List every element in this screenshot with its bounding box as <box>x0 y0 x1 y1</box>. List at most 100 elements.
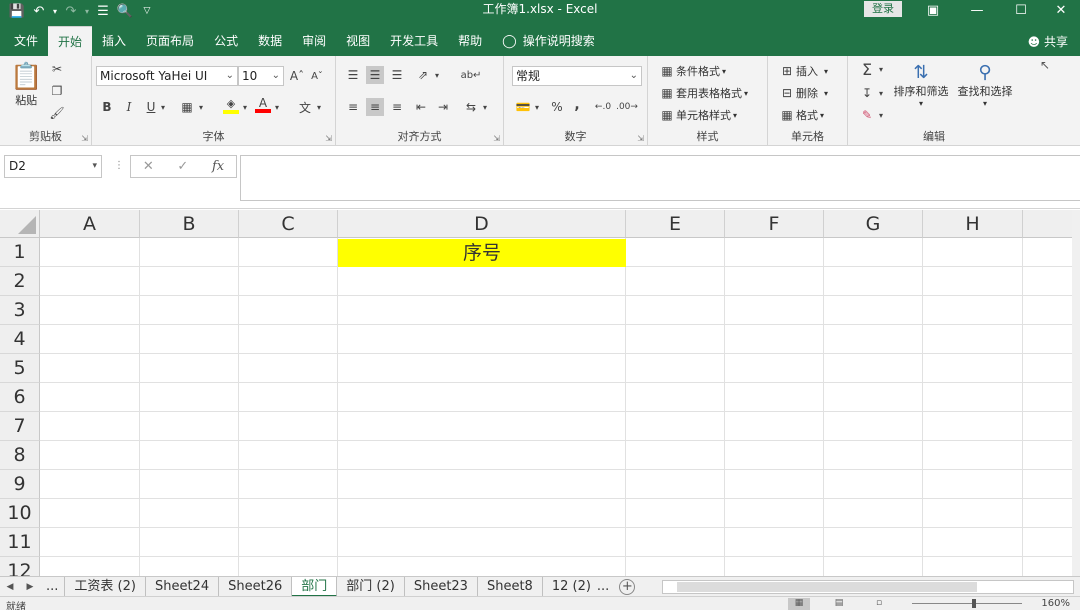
tab-review[interactable]: 审阅 <box>292 26 336 56</box>
column-header-a[interactable]: A <box>40 210 140 238</box>
orientation-icon[interactable]: ⇗ <box>414 66 432 84</box>
percent-button[interactable]: % <box>548 98 566 116</box>
row-header-6[interactable]: 6 <box>0 383 40 412</box>
login-button[interactable]: 登录 <box>864 1 902 17</box>
tab-page-layout[interactable]: 页面布局 <box>136 26 204 56</box>
tab-formulas[interactable]: 公式 <box>204 26 248 56</box>
share-button[interactable]: ☻ 共享 <box>1028 33 1068 50</box>
sort-filter-button[interactable]: ⇅ 排序和筛选 ▾ <box>890 62 952 108</box>
fill-icon[interactable]: ↧ <box>858 84 876 102</box>
increase-font-icon[interactable]: Aˆ <box>288 67 306 85</box>
fill-color-dropdown-icon[interactable]: ▾ <box>240 98 250 116</box>
form-icon[interactable]: ☰ <box>92 1 114 21</box>
borders-dropdown-icon[interactable]: ▾ <box>196 98 206 116</box>
vertical-scrollbar[interactable] <box>1072 210 1080 576</box>
save-icon[interactable]: 💾 <box>6 1 28 21</box>
column-header-i[interactable] <box>1023 210 1072 238</box>
fill-dropdown-icon[interactable]: ▾ <box>876 84 886 102</box>
horizontal-scrollbar[interactable] <box>662 580 1074 594</box>
increase-indent-icon[interactable]: ⇥ <box>434 98 452 116</box>
sheet-tab-sheet8[interactable]: Sheet8 <box>478 576 543 597</box>
align-right-icon[interactable]: ≡ <box>388 98 406 116</box>
format-cells-button[interactable]: ▦ 格式 ▾ <box>778 106 824 124</box>
insert-cells-button[interactable]: ⊞ 插入 ▾ <box>778 62 828 80</box>
fill-color-icon[interactable]: ◈ <box>222 96 240 114</box>
name-box[interactable]: D2 ▾ <box>4 155 102 178</box>
undo-icon[interactable]: ↶ <box>28 1 50 21</box>
worksheet-grid[interactable]: A B C D E F G H 1 2 3 4 5 6 7 8 9 10 11 … <box>0 210 1080 576</box>
column-header-f[interactable]: F <box>725 210 824 238</box>
column-header-e[interactable]: E <box>626 210 725 238</box>
clear-dropdown-icon[interactable]: ▾ <box>876 106 886 124</box>
undo-dropdown-icon[interactable]: ▾ <box>50 1 60 21</box>
add-sheet-button[interactable]: + <box>619 578 636 595</box>
collapse-ribbon-icon[interactable]: ↖ <box>1040 58 1050 72</box>
align-middle-icon[interactable]: ☰ <box>366 66 384 84</box>
close-icon[interactable]: ✕ <box>1038 0 1080 20</box>
scrollbar-thumb[interactable] <box>677 582 977 592</box>
splitter-dots-icon[interactable]: ⋮ <box>114 160 124 171</box>
font-size-combo[interactable]: 10 ⌄ <box>238 66 284 86</box>
tab-developer[interactable]: 开发工具 <box>380 26 448 56</box>
wrap-text-icon[interactable]: ab↵ <box>461 66 482 84</box>
select-all-button[interactable] <box>0 210 40 238</box>
row-header-10[interactable]: 10 <box>0 499 40 528</box>
align-bottom-icon[interactable]: ☰ <box>388 66 406 84</box>
normal-view-icon[interactable]: ▦ <box>788 598 810 610</box>
next-sheet-icon[interactable]: ▶ <box>20 582 40 592</box>
page-break-view-icon[interactable]: ▫ <box>868 598 890 610</box>
tab-home[interactable]: 开始 <box>48 26 93 56</box>
tab-view[interactable]: 视图 <box>336 26 380 56</box>
row-header-5[interactable]: 5 <box>0 354 40 383</box>
clear-icon[interactable]: ✎ <box>858 106 876 124</box>
more-sheets-left[interactable]: ... <box>40 576 66 597</box>
decrease-decimal-icon[interactable]: .00→ <box>616 98 638 116</box>
redo-icon[interactable]: ↷ <box>60 1 82 21</box>
confirm-entry-icon[interactable]: ✓ <box>177 159 188 174</box>
font-color-dropdown-icon[interactable]: ▾ <box>272 98 282 116</box>
page-layout-view-icon[interactable]: ▤ <box>828 598 850 610</box>
tell-me-search[interactable]: ◯ 操作说明搜索 <box>492 26 605 56</box>
minimize-icon[interactable]: — <box>954 0 1000 20</box>
underline-dropdown-icon[interactable]: ▾ <box>158 98 168 116</box>
sheet-tab-12-2[interactable]: 12 (2) <box>543 577 595 597</box>
row-header-7[interactable]: 7 <box>0 412 40 441</box>
sheet-tab-department[interactable]: 部门 <box>292 576 338 597</box>
font-launcher-icon[interactable]: ⇲ <box>325 134 332 143</box>
delete-cells-button[interactable]: ⊟ 删除 ▾ <box>778 84 828 102</box>
column-header-h[interactable]: H <box>923 210 1023 238</box>
borders-icon[interactable]: ▦ <box>178 98 196 116</box>
phonetic-icon[interactable]: 文 <box>296 98 314 116</box>
autosum-icon[interactable]: Σ <box>858 60 876 79</box>
font-color-icon[interactable]: A <box>254 96 272 114</box>
conditional-format-button[interactable]: ▦ 条件格式 ▾ <box>658 62 726 80</box>
alignment-launcher-icon[interactable]: ⇲ <box>493 134 500 143</box>
copy-icon[interactable]: ❐ <box>48 82 66 100</box>
number-format-combo[interactable]: 常规 ⌄ <box>512 66 642 86</box>
row-header-8[interactable]: 8 <box>0 441 40 470</box>
align-left-icon[interactable]: ≡ <box>344 98 362 116</box>
prev-sheet-icon[interactable]: ◀ <box>0 582 20 592</box>
sheet-tab-department-2[interactable]: 部门 (2) <box>337 576 405 597</box>
zoom-level[interactable]: 160% <box>1041 598 1070 609</box>
sheet-tab-salary-2[interactable]: 工资表 (2) <box>65 576 146 597</box>
column-header-b[interactable]: B <box>140 210 239 238</box>
sheet-tab-sheet23[interactable]: Sheet23 <box>405 576 478 597</box>
autosum-dropdown-icon[interactable]: ▾ <box>876 60 886 78</box>
column-header-d[interactable]: D <box>338 210 626 238</box>
font-name-combo[interactable]: Microsoft YaHei UI ⌄ <box>96 66 238 86</box>
clipboard-launcher-icon[interactable]: ⇲ <box>81 134 88 143</box>
row-header-9[interactable]: 9 <box>0 470 40 499</box>
currency-icon[interactable]: 💳 <box>514 98 532 116</box>
tab-help[interactable]: 帮助 <box>448 26 492 56</box>
tab-insert[interactable]: 插入 <box>92 26 136 56</box>
print-preview-icon[interactable]: 🔍 <box>114 1 136 21</box>
column-header-g[interactable]: G <box>824 210 923 238</box>
row-header-11[interactable]: 11 <box>0 528 40 557</box>
format-painter-icon[interactable]: 🖌 <box>48 104 66 122</box>
merge-dropdown-icon[interactable]: ▾ <box>480 98 490 116</box>
currency-dropdown-icon[interactable]: ▾ <box>532 98 542 116</box>
formula-input[interactable] <box>240 155 1080 201</box>
increase-decimal-icon[interactable]: ←.0 <box>594 98 612 116</box>
sheet-tab-sheet24[interactable]: Sheet24 <box>146 576 220 597</box>
